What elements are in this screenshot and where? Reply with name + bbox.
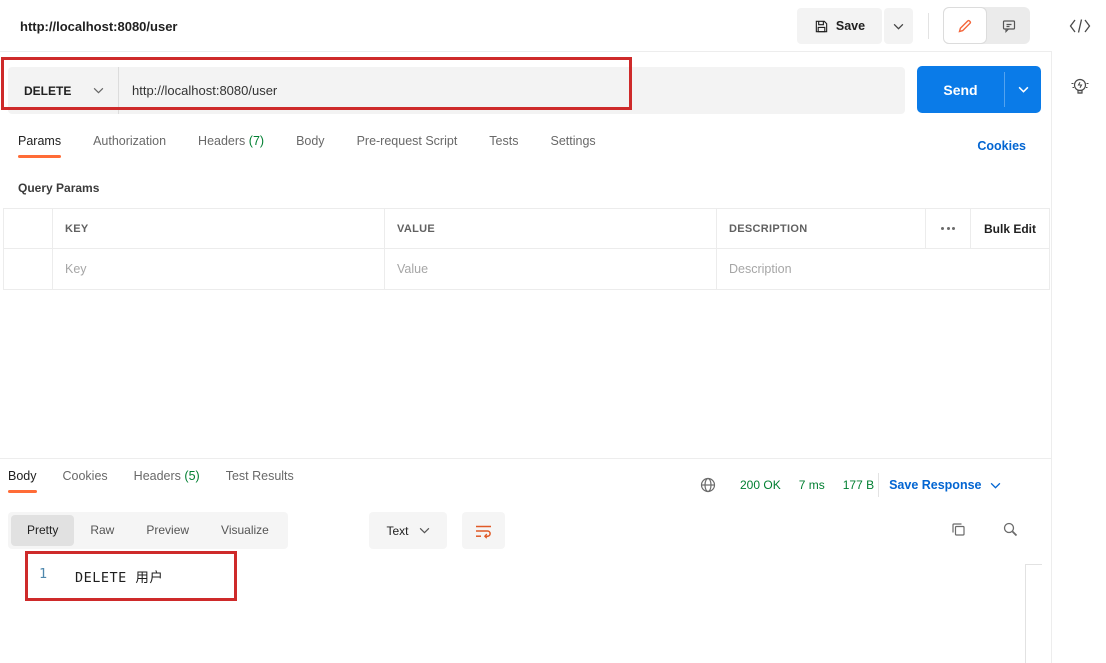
save-icon [814, 19, 829, 34]
send-options-button[interactable] [1005, 66, 1041, 113]
response-line-text: DELETE 用户 [75, 570, 164, 586]
response-view-switcher: Pretty Raw Preview Visualize [8, 512, 288, 549]
wrap-lines-button[interactable] [462, 512, 505, 549]
url-input[interactable]: http://localhost:8080/user [119, 67, 905, 114]
comment-button[interactable] [987, 7, 1030, 44]
tab-authorization[interactable]: Authorization [93, 134, 166, 158]
response-section-divider [0, 458, 1052, 459]
view-tab-raw[interactable]: Raw [74, 515, 130, 546]
lightbulb-hint-icon[interactable] [1053, 74, 1106, 100]
code-snippet-icon[interactable] [1053, 18, 1106, 34]
view-tab-pretty[interactable]: Pretty [11, 515, 75, 546]
pencil-icon [957, 18, 973, 34]
key-column-header: KEY [53, 209, 385, 248]
response-tab-body[interactable]: Body [8, 469, 37, 493]
tab-settings[interactable]: Settings [550, 134, 595, 158]
chevron-down-icon [1018, 86, 1029, 93]
cookies-link[interactable]: Cookies [977, 139, 1026, 153]
chevron-down-icon [990, 482, 1001, 489]
copy-response-icon[interactable] [950, 521, 967, 538]
right-sidebar [1053, 0, 1106, 663]
save-button-label: Save [835, 19, 866, 33]
response-scrollbar[interactable] [1025, 564, 1042, 663]
response-line-number: 1 [39, 566, 48, 582]
wrap-lines-icon [474, 523, 493, 539]
status-time: 7 ms [798, 478, 825, 492]
response-format-select[interactable]: Text [369, 512, 447, 549]
key-input[interactable]: Key [53, 249, 385, 289]
description-input[interactable]: Description [717, 249, 1049, 289]
description-column-header: DESCRIPTION [717, 209, 926, 248]
search-response-icon[interactable] [1002, 521, 1019, 538]
response-tab-cookies[interactable]: Cookies [63, 469, 108, 493]
response-tab-headers[interactable]: Headers (5) [134, 469, 200, 493]
view-tab-visualize[interactable]: Visualize [205, 515, 285, 546]
tab-headers[interactable]: Headers (7) [198, 134, 264, 158]
header-divider [928, 13, 929, 39]
query-params-title: Query Params [18, 181, 100, 195]
response-headers-count-badge: (5) [184, 469, 200, 483]
status-code: 200 OK [740, 478, 781, 492]
network-globe-icon[interactable] [700, 477, 716, 493]
tab-tests[interactable]: Tests [489, 134, 518, 158]
method-label: DELETE [24, 83, 72, 98]
more-options-button[interactable] [926, 209, 971, 248]
more-dots-icon [941, 227, 955, 230]
tab-pre-request-script[interactable]: Pre-request Script [357, 134, 458, 158]
request-header: http://localhost:8080/user Save [0, 0, 1052, 52]
chevron-down-icon [419, 527, 430, 534]
tab-params[interactable]: Params [18, 134, 62, 158]
comment-icon [1001, 18, 1017, 34]
edit-button[interactable] [943, 7, 987, 44]
edit-comment-toggle [943, 7, 1030, 44]
save-button[interactable]: Save [797, 8, 882, 44]
row-handle-column [4, 209, 53, 248]
request-tabs: Params Authorization Headers (7) Body Pr… [18, 134, 596, 158]
save-options-button[interactable] [884, 8, 913, 44]
table-header-row: KEY VALUE DESCRIPTION Bulk Edit [4, 209, 1049, 249]
postman-app: http://localhost:8080/user Save DELETE h… [0, 0, 1106, 663]
response-tabs: Body Cookies Headers (5) Test Results [8, 469, 294, 493]
tab-body[interactable]: Body [296, 134, 325, 158]
format-select-value: Text [386, 523, 409, 538]
headers-count-badge: (7) [248, 134, 265, 148]
request-response-panel: http://localhost:8080/user Save DELETE h… [0, 0, 1052, 663]
send-button-group: Send [917, 66, 1041, 113]
status-divider [878, 473, 880, 497]
method-select[interactable]: DELETE [8, 67, 118, 114]
value-column-header: VALUE [385, 209, 717, 248]
query-params-table: KEY VALUE DESCRIPTION Bulk Edit Key Valu… [3, 208, 1050, 290]
table-row: Key Value Description [4, 249, 1049, 289]
request-title: http://localhost:8080/user [20, 19, 178, 34]
response-tab-test-results[interactable]: Test Results [226, 469, 294, 493]
send-button[interactable]: Send [917, 66, 1004, 113]
view-tab-preview[interactable]: Preview [130, 515, 205, 546]
value-input[interactable]: Value [385, 249, 717, 289]
chevron-down-icon [93, 87, 104, 94]
save-response-button[interactable]: Save Response [889, 478, 1000, 492]
request-url-group: DELETE http://localhost:8080/user [8, 67, 905, 114]
row-handle[interactable] [4, 249, 53, 289]
chevron-down-icon [893, 23, 904, 30]
bulk-edit-button[interactable]: Bulk Edit [971, 209, 1049, 248]
response-status-bar: 200 OK 7 ms 177 B Save Response [700, 473, 1001, 497]
status-size: 177 B [842, 478, 875, 492]
